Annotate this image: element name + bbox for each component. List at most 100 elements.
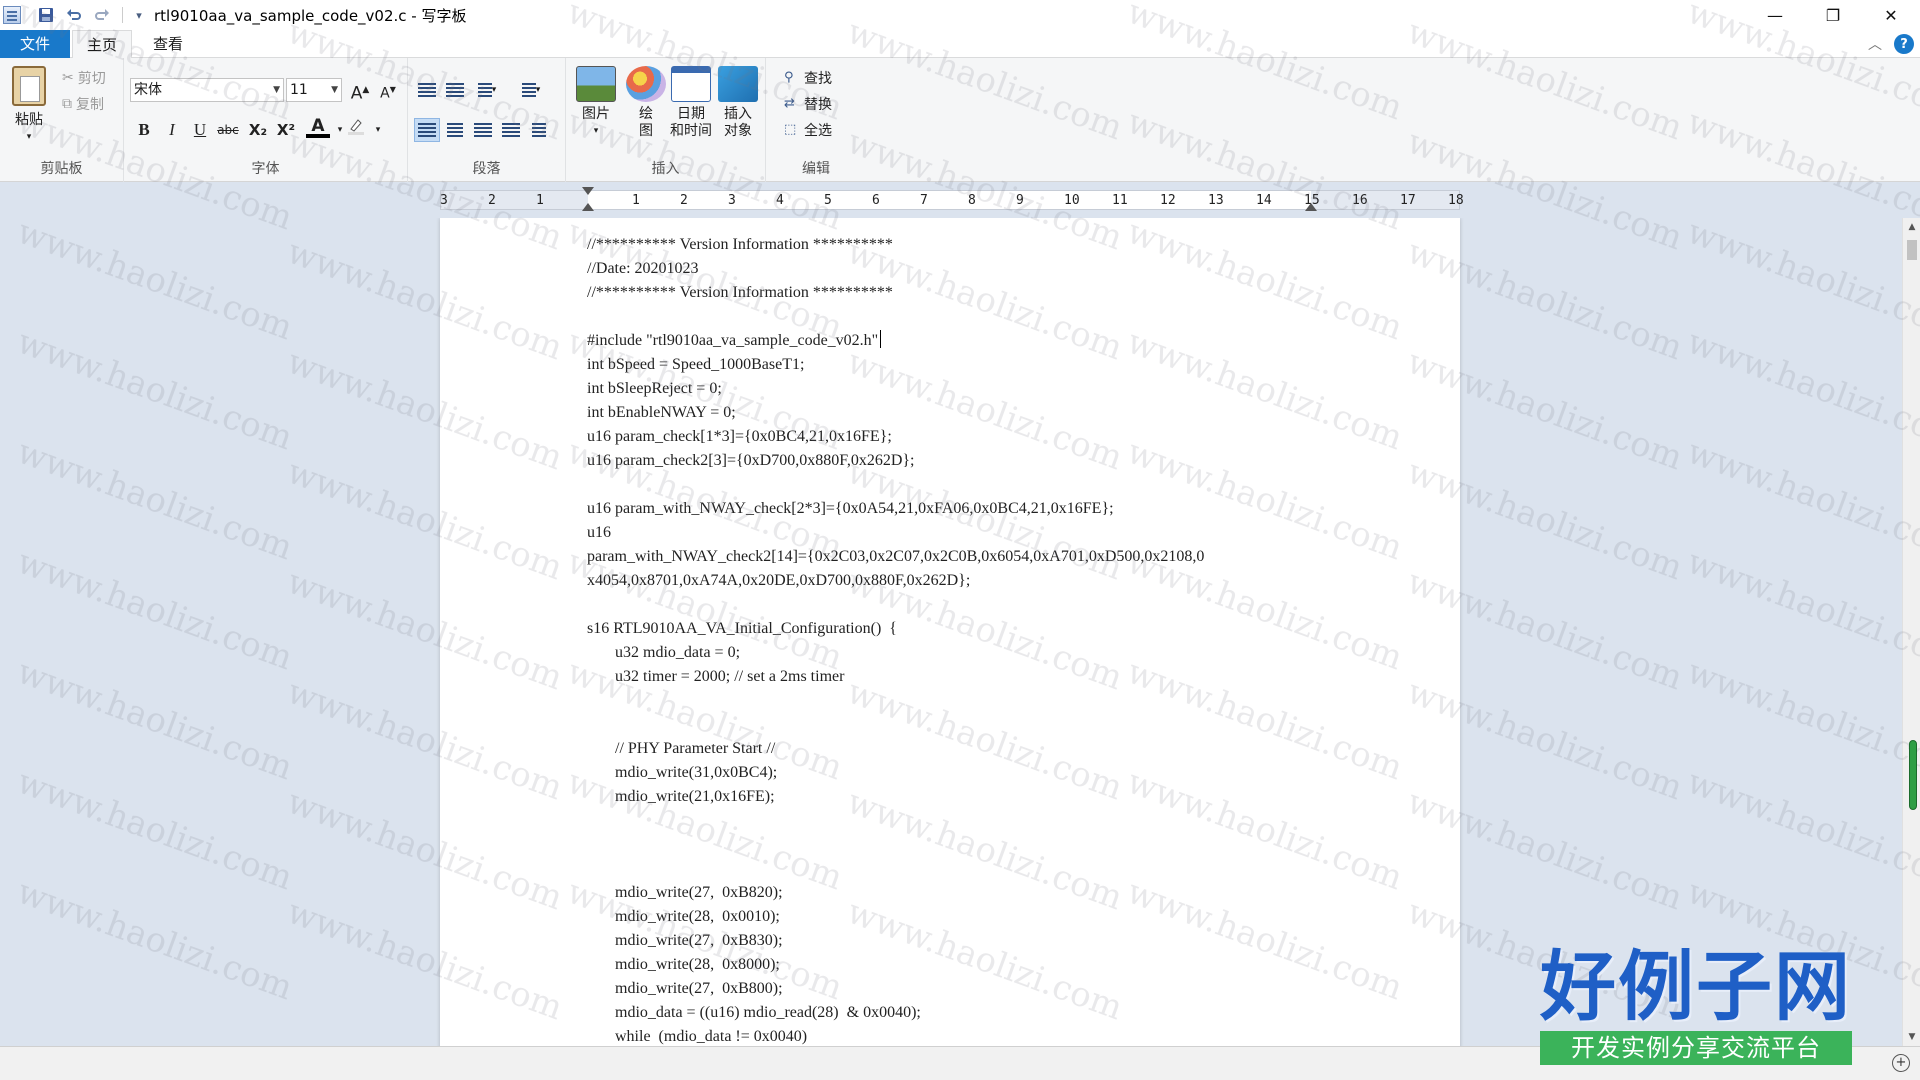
qat-separator	[122, 7, 123, 23]
increase-indent-button[interactable]	[442, 78, 468, 102]
ruler-tick-label: 4	[776, 193, 784, 208]
code-line: mdio_write(27, 0xB800);	[587, 980, 783, 997]
object-label-2: 对象	[724, 123, 752, 139]
zoom-in-icon[interactable]: +	[1892, 1054, 1910, 1072]
quick-access-toolbar: ▾	[35, 4, 146, 26]
vertical-scrollbar[interactable]: ▲ ▼	[1902, 218, 1920, 1046]
bold-button[interactable]: B	[132, 118, 156, 142]
save-icon[interactable]	[35, 4, 57, 26]
decrease-indent-button[interactable]	[414, 78, 440, 102]
tab-file[interactable]: 文件	[0, 30, 70, 58]
code-line: int bEnableNWAY = 0;	[587, 404, 736, 421]
superscript-button[interactable]: X²	[274, 118, 298, 142]
highlight-dropdown-icon[interactable]: ▾	[366, 118, 390, 142]
logo-title: 好例子网	[1540, 942, 1852, 1031]
document-page[interactable]: //********** Version Information *******…	[440, 218, 1460, 1046]
font-color-button[interactable]: A	[306, 116, 330, 138]
close-button[interactable]: ✕	[1862, 0, 1920, 30]
redo-icon[interactable]	[91, 4, 113, 26]
document-text[interactable]: //********** Version Information *******…	[587, 233, 1204, 1046]
align-center-button[interactable]	[442, 118, 468, 142]
insert-group: 图片 ▾ 绘 图 日期 和时间 插入 对象 插入	[566, 58, 766, 182]
code-line: s16 RTL9010AA_VA_Initial_Configuration()…	[587, 620, 897, 637]
paint-palette-icon	[626, 66, 666, 102]
shrink-font-label: A	[380, 85, 390, 102]
object-label-1: 插入	[724, 106, 752, 122]
code-line: u16 param_check[1*3]={0x0BC4,21,0x16FE};	[587, 428, 892, 445]
help-icon[interactable]: ?	[1894, 34, 1914, 54]
grow-font-button[interactable]: A▲	[348, 78, 372, 104]
paste-icon	[12, 66, 46, 106]
collapse-ribbon-icon[interactable]: ︿	[1868, 34, 1882, 54]
highlight-button[interactable]	[344, 116, 368, 140]
code-line: //********** Version Information *******…	[587, 236, 893, 253]
ruler[interactable]: 3 2 1 1 2 3 4 5 6 7 8 9 10 11 12 13 14 15 16 17 18	[440, 187, 1464, 211]
align-right-button[interactable]	[470, 118, 496, 142]
font-group-label: 字体	[251, 161, 280, 177]
object-icon	[718, 66, 758, 102]
document-area: //********** Version Information *******…	[0, 218, 1902, 1046]
line-spacing-button[interactable]: ▾	[518, 78, 544, 102]
scroll-down-icon[interactable]: ▼	[1903, 1028, 1920, 1046]
insert-datetime-button[interactable]: 日期 和时间	[670, 66, 712, 140]
customize-qat-button[interactable]: ▾	[132, 4, 146, 26]
select-all-button[interactable]: ⬚ 全选	[784, 120, 832, 140]
tab-home[interactable]: 主页	[72, 30, 132, 59]
ruler-tick-label: 3	[728, 193, 736, 208]
copy-button[interactable]: ⧉ 复制	[62, 94, 104, 114]
code-line: x4054,0x8701,0xA74A,0x20DE,0xD700,0x880F…	[587, 572, 971, 589]
undo-icon[interactable]	[63, 4, 85, 26]
code-line: mdio_write(21,0x16FE);	[587, 788, 775, 805]
code-line: //********** Version Information *******…	[587, 284, 893, 301]
maximize-button[interactable]: ❐	[1804, 0, 1862, 30]
align-right-icon	[474, 123, 492, 137]
code-line: mdio_write(28, 0x8000);	[587, 956, 780, 973]
insert-drawing-button[interactable]: 绘 图	[626, 66, 666, 140]
font-family-select[interactable]: 宋体 ▼	[130, 78, 284, 102]
select-all-icon: ⬚	[784, 122, 797, 137]
code-line: u16 param_with_NWAY_check[2*3]={0x0A54,2…	[587, 500, 1114, 517]
subscript-button[interactable]: X₂	[246, 118, 270, 142]
replace-button[interactable]: ⇄ 替换	[784, 94, 832, 114]
font-size-select[interactable]: 11 ▼	[286, 78, 342, 102]
justify-button[interactable]	[498, 118, 524, 142]
title-bar: ▾ rtl9010aa_va_sample_code_v02.c - 写字板 —…	[0, 0, 1920, 30]
right-indent-marker[interactable]	[1305, 203, 1317, 211]
clipboard-group-label: 剪贴板	[40, 161, 83, 177]
copy-label: 复制	[76, 97, 104, 113]
shrink-font-button[interactable]: A▼	[376, 78, 400, 102]
paste-button[interactable]: 粘贴 ▾	[12, 66, 46, 146]
paragraph-settings-button[interactable]	[526, 118, 552, 142]
code-line: u32 timer = 2000; // set a 2ms timer	[587, 668, 845, 685]
scrollbar-thumb[interactable]	[1907, 240, 1917, 260]
wordpad-app-icon[interactable]	[3, 6, 21, 24]
tab-view[interactable]: 查看	[138, 30, 198, 58]
replace-label: 替换	[804, 97, 832, 113]
paste-dropdown-icon[interactable]: ▾	[27, 129, 32, 146]
underline-button[interactable]: U	[188, 118, 212, 142]
cut-button[interactable]: ✂ 剪切	[62, 68, 106, 88]
strikethrough-button[interactable]: abc	[216, 118, 240, 142]
minimize-button[interactable]: —	[1746, 0, 1804, 30]
insert-object-button[interactable]: 插入 对象	[718, 66, 758, 140]
find-button[interactable]: ⚲ 查找	[784, 68, 832, 88]
highlighter-icon	[348, 119, 364, 135]
left-indent-marker[interactable]	[582, 203, 594, 211]
first-line-indent-marker[interactable]	[582, 187, 594, 195]
scroll-up-icon[interactable]: ▲	[1903, 218, 1920, 236]
decrease-indent-icon	[418, 83, 436, 97]
align-left-button[interactable]	[414, 118, 440, 142]
ruler-tick-label: 5	[824, 193, 832, 208]
italic-button[interactable]: I	[160, 118, 184, 142]
ruler-tick-label: 6	[872, 193, 880, 208]
insert-picture-button[interactable]: 图片 ▾	[576, 66, 616, 140]
code-line: u16 param_check2[3]={0xD700,0x880F,0x262…	[587, 452, 915, 469]
bullets-button[interactable]: ▾	[474, 78, 500, 102]
ruler-tick-label: 12	[1160, 193, 1176, 208]
